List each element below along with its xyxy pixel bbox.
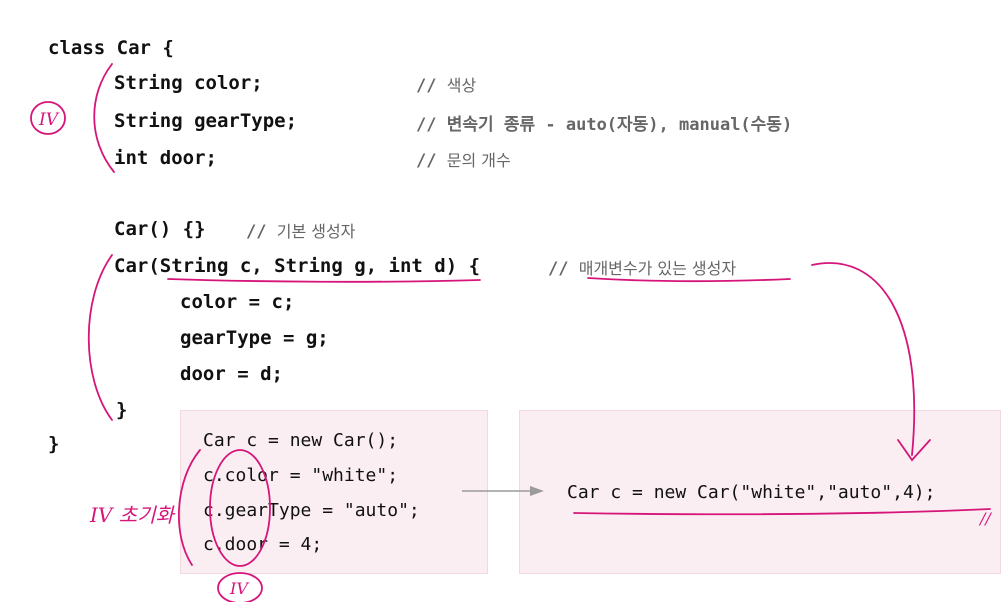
class-header: class Car { bbox=[48, 37, 174, 59]
class-close-brace: } bbox=[48, 433, 60, 455]
field-door-comment: // 문의 개수 bbox=[416, 151, 511, 171]
ctor-param: Car(String c, String g, int d) { bbox=[114, 255, 481, 277]
ctor-param-comment: // 매개변수가 있는 생성자 bbox=[548, 259, 737, 279]
manual-init-line-1: Car c = new Car(); bbox=[203, 430, 399, 451]
field-door: int door; bbox=[114, 147, 217, 169]
field-color-comment: // 색상 bbox=[416, 76, 477, 96]
ctor-init-line: Car c = new Car("white","auto",4); bbox=[567, 482, 936, 503]
ctor-body-line-3: door = d; bbox=[180, 363, 283, 385]
ctor-body-line-2: gearType = g; bbox=[180, 327, 329, 349]
field-color: String color; bbox=[114, 72, 263, 94]
field-geartype-comment: // 변속기 종류 - auto(자동), manual(수동) bbox=[416, 115, 793, 135]
field-geartype: String gearType; bbox=[114, 110, 298, 132]
ctor-default: Car() {} bbox=[114, 218, 206, 240]
ctor-body-line-1: color = c; bbox=[180, 291, 295, 313]
iv-top-label: IV bbox=[38, 110, 60, 130]
manual-init-line-4: c.door = 4; bbox=[203, 534, 323, 555]
ctor-default-comment: // 기본 생성자 bbox=[246, 222, 356, 242]
iv-init-label: IV 초기화 bbox=[89, 503, 176, 527]
manual-init-line-2: c.color = "white"; bbox=[203, 465, 399, 486]
ctor-close-brace: } bbox=[116, 399, 128, 421]
iv-bottom-label: IV bbox=[229, 579, 249, 598]
manual-init-line-3: c.gearType = "auto"; bbox=[203, 500, 420, 521]
